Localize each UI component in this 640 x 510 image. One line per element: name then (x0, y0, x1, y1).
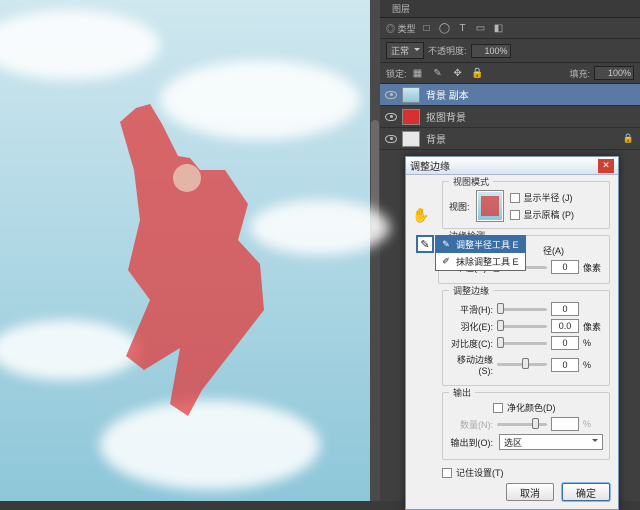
filter-adjust-icon[interactable]: ◯ (438, 21, 452, 35)
amount-label: 数量(N): (449, 418, 493, 431)
visibility-icon[interactable] (385, 91, 397, 99)
remember-settings-checkbox[interactable] (442, 468, 452, 478)
refine-edge-dialog: 调整边缘 ✕ ✋ 视图模式 视图: 显示半径 (J) 显示原稿 (P) (405, 156, 619, 510)
layer-row[interactable]: 背景 副本 (380, 84, 640, 106)
selection-overlay (80, 100, 310, 420)
lock-move-icon[interactable]: ✥ (451, 66, 465, 80)
layer-thumbnail[interactable] (402, 87, 420, 103)
layer-row[interactable]: 抠图背景 (380, 106, 640, 128)
layer-thumbnail[interactable] (402, 131, 420, 147)
layer-filter-bar: ◎ 类型 □ ◯ T ▭ ◧ (380, 18, 640, 39)
show-original-checkbox[interactable] (510, 210, 520, 220)
view-mode-dropdown[interactable] (476, 190, 504, 222)
contrast-slider[interactable] (497, 342, 547, 345)
layers-list: 背景 副本 抠图背景 背景 🔒 (380, 84, 640, 150)
document-canvas[interactable] (0, 0, 370, 501)
view-label: 视图: (449, 200, 470, 213)
cloud-shape (0, 10, 160, 80)
ok-button[interactable]: 确定 (562, 483, 610, 501)
show-original-label: 显示原稿 (P) (524, 208, 575, 221)
fill-label: 填充: (569, 67, 590, 80)
smooth-slider[interactable] (497, 308, 547, 311)
blend-mode-dropdown[interactable]: 正常 (386, 42, 424, 59)
filter-pixel-icon[interactable]: □ (420, 21, 434, 35)
output-group-label: 输出 (449, 386, 475, 399)
layer-row[interactable]: 背景 🔒 (380, 128, 640, 150)
show-radius-label: 显示半径 (J) (524, 191, 573, 204)
hand-tool-icon[interactable]: ✋ (412, 207, 429, 224)
layer-thumbnail[interactable] (402, 109, 420, 125)
radius-a-label: 径(A) (543, 244, 564, 257)
lock-label: 锁定: (386, 67, 407, 80)
opacity-field[interactable]: 100% (471, 44, 511, 58)
adjust-edge-group-label: 调整边缘 (449, 284, 493, 297)
feather-value[interactable]: 0.0 (551, 319, 579, 333)
feather-label: 羽化(E): (449, 320, 493, 333)
lock-all-icon[interactable]: 🔒 (471, 66, 485, 80)
close-icon[interactable]: ✕ (598, 159, 614, 173)
filter-text-icon[interactable]: T (456, 21, 470, 35)
refine-radius-tool-item[interactable]: ✎调整半径工具 E (436, 236, 525, 253)
refine-radius-tool-icon[interactable]: ✎ ✎调整半径工具 E ✐抹除调整工具 E (416, 235, 434, 253)
filter-shape-icon[interactable]: ▭ (474, 21, 488, 35)
radius-value[interactable]: 0 (551, 260, 579, 274)
shift-edge-label: 移动边缘(S): (449, 353, 493, 376)
vertical-scrollbar[interactable] (370, 0, 380, 501)
px-unit: 像素 (583, 261, 603, 274)
decontaminate-checkbox[interactable] (493, 403, 503, 413)
amount-value (551, 417, 579, 431)
smooth-value[interactable]: 0 (551, 302, 579, 316)
visibility-icon[interactable] (385, 113, 397, 121)
contrast-label: 对比度(C): (449, 337, 493, 350)
layer-name[interactable]: 背景 副本 (426, 87, 469, 102)
lock-pixels-icon[interactable]: ▦ (411, 66, 425, 80)
amount-slider (497, 423, 547, 426)
cancel-button[interactable]: 取消 (506, 483, 554, 501)
fill-field[interactable]: 100% (594, 66, 634, 80)
output-to-dropdown[interactable]: 选区 (499, 434, 603, 450)
contrast-value[interactable]: 0 (551, 336, 579, 350)
smooth-label: 平滑(H): (449, 303, 493, 316)
visibility-icon[interactable] (385, 135, 397, 143)
shift-edge-value[interactable]: 0 (551, 358, 579, 372)
filter-kind[interactable]: ◎ 类型 (386, 22, 416, 35)
lock-icon: 🔒 (623, 133, 634, 144)
layer-name[interactable]: 抠图背景 (426, 109, 466, 124)
show-radius-checkbox[interactable] (510, 193, 520, 203)
view-mode-group-label: 视图模式 (449, 175, 493, 188)
shift-edge-slider[interactable] (497, 363, 547, 366)
layers-tab[interactable]: 图层 (386, 2, 416, 15)
opacity-label: 不透明度: (428, 44, 467, 57)
output-to-label: 输出到(O): (449, 436, 493, 449)
feather-slider[interactable] (497, 325, 547, 328)
erase-refinements-tool-item[interactable]: ✐抹除调整工具 E (436, 253, 525, 270)
dialog-title: 调整边缘 (410, 158, 598, 173)
decontaminate-label: 净化颜色(D) (507, 401, 556, 414)
filter-smart-icon[interactable]: ◧ (492, 21, 506, 35)
lock-brush-icon[interactable]: ✎ (431, 66, 445, 80)
layer-name[interactable]: 背景 (426, 131, 446, 146)
remember-settings-label: 记住设置(T) (456, 466, 504, 479)
